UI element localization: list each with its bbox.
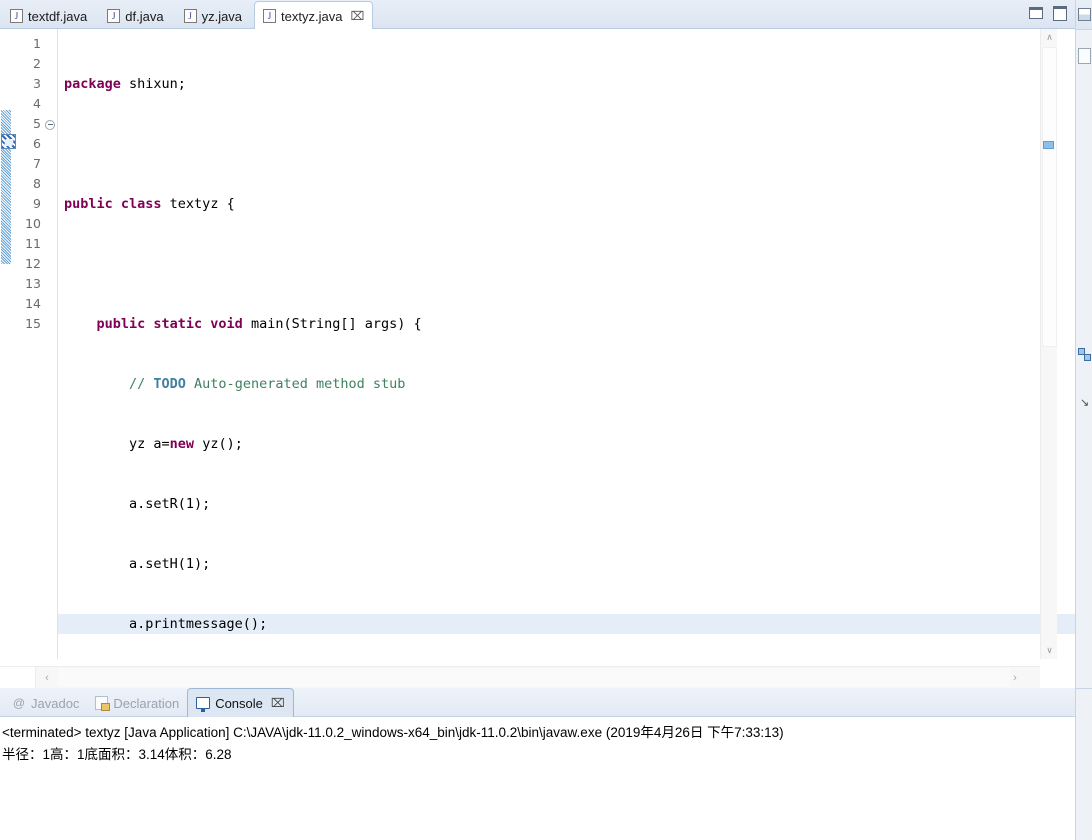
code-line: // TODO Auto-generated method stub [64,376,406,392]
bottom-tab-label: Javadoc [31,695,80,711]
hscrollbar-thumb[interactable] [58,668,1010,687]
editor-tab-label: df.java [125,8,164,24]
chevron-down-icon[interactable]: ↘ [1080,398,1089,409]
close-icon[interactable]: ⌧ [271,696,285,710]
line-number: 11 [25,236,41,251]
code-editor[interactable]: 1 2 3 4 5 6 7 8 9 10 11 12 13 14 15 pack… [0,29,1075,659]
line-number: 13 [25,276,41,291]
bottom-tabbar: @ Javadoc Declaration Console ⌧ [0,688,1075,717]
marker-gutter[interactable] [0,29,17,659]
line-number: 6 [33,136,41,151]
java-file-icon: J [107,9,121,23]
bottom-tab-label: Console [215,695,263,711]
console-icon [196,697,211,712]
overview-ruler-marker[interactable] [1043,141,1054,149]
editor-vertical-scrollbar[interactable]: ∧ ∨ [1040,29,1057,659]
editor-tab-textyz[interactable]: J textyz.java ⌧ [254,1,374,30]
maximize-icon[interactable] [1052,5,1067,21]
line-number: 5 [33,116,41,131]
code-line: package shixun; [64,76,186,92]
code-line: public static void main(String[] args) { [96,316,422,332]
outline-view-icon[interactable] [1078,8,1091,21]
java-file-icon: J [10,9,23,23]
line-number: 3 [33,76,41,91]
hscroll-gutter-pad [0,667,36,688]
tab-declaration[interactable]: Declaration [87,690,187,716]
scrollbar-thumb[interactable] [1042,47,1057,347]
right-bar-top-section[interactable] [1076,0,1092,30]
tab-javadoc[interactable]: @ Javadoc [4,690,87,716]
scroll-right-icon[interactable]: › [1004,667,1026,689]
java-file-icon: J [263,9,277,23]
java-file-icon: J [183,9,197,23]
scroll-left-icon[interactable]: ‹ [36,667,58,689]
code-text[interactable]: package shixun; public class textyz { pu… [58,29,1075,659]
at-icon: @ [12,696,26,710]
scroll-up-icon[interactable]: ∧ [1041,29,1058,46]
editor-tab-list: J textdf.java J df.java J yz.java J text… [0,0,1075,30]
fold-slot [43,94,57,114]
line-number: 1 [33,36,41,51]
editor-tab-df[interactable]: J df.java [99,3,175,29]
fold-slot [43,114,57,134]
eclipse-ide-window: J textdf.java J df.java J yz.java J text… [0,0,1092,840]
editor-tab-yz[interactable]: J yz.java [176,3,254,29]
code-line: public class textyz { [64,196,235,212]
editor-tabbar: J textdf.java J df.java J yz.java J text… [0,0,1075,30]
line-number: 7 [33,156,41,171]
right-bar-divider [1076,688,1092,689]
line-number: 14 [25,296,41,311]
right-minimized-bar: ↘ [1075,0,1092,840]
todo-task-icon[interactable] [1,134,16,149]
code-line: yz a=new yz(); [64,436,243,452]
close-icon[interactable]: ⌧ [350,10,364,22]
scroll-down-icon[interactable]: ∨ [1041,642,1058,659]
line-number: 9 [33,196,41,211]
editor-region: J textdf.java J df.java J yz.java J text… [0,0,1075,688]
fold-slot [43,74,57,94]
line-number-gutter: 1 2 3 4 5 6 7 8 9 10 11 12 13 14 15 [17,29,43,659]
minimize-icon[interactable] [1028,5,1043,19]
line-number: 8 [33,176,41,191]
bottom-panel: @ Javadoc Declaration Console ⌧ <termina… [0,688,1075,840]
line-number: 2 [33,56,41,71]
fold-slot [43,34,57,54]
line-number: 12 [25,256,41,271]
editor-tab-label: textyz.java [281,8,343,24]
editor-tab-label: yz.java [201,8,243,24]
line-number: 10 [25,216,41,231]
code-line-current: a.printmessage(); [58,614,1075,634]
console-output[interactable]: <terminated> textyz [Java Application] C… [0,717,1075,766]
editor-tab-label: textdf.java [28,8,88,24]
declaration-icon [95,696,111,711]
console-program-output: 半径：1高：1底面积：3.14体积：6.28 [2,747,232,762]
restore-view-icon[interactable] [1078,48,1091,64]
tab-console[interactable]: Console ⌧ [187,688,294,717]
window-controls [1028,5,1067,21]
line-number: 4 [33,96,41,111]
editor-tab-textdf[interactable]: J textdf.java [2,3,99,29]
folding-gutter[interactable] [43,29,58,659]
palette-view-icon[interactable] [1078,348,1091,361]
collapse-icon[interactable] [45,119,55,130]
code-line: a.setH(1); [64,556,211,572]
bottom-tab-label: Declaration [113,695,180,711]
editor-horizontal-scrollbar[interactable]: ‹ › [0,666,1040,688]
code-line: a.setR(1); [64,496,211,512]
fold-slot [43,54,57,74]
console-launch-line: <terminated> textyz [Java Application] C… [2,725,784,740]
line-number: 15 [25,316,41,331]
